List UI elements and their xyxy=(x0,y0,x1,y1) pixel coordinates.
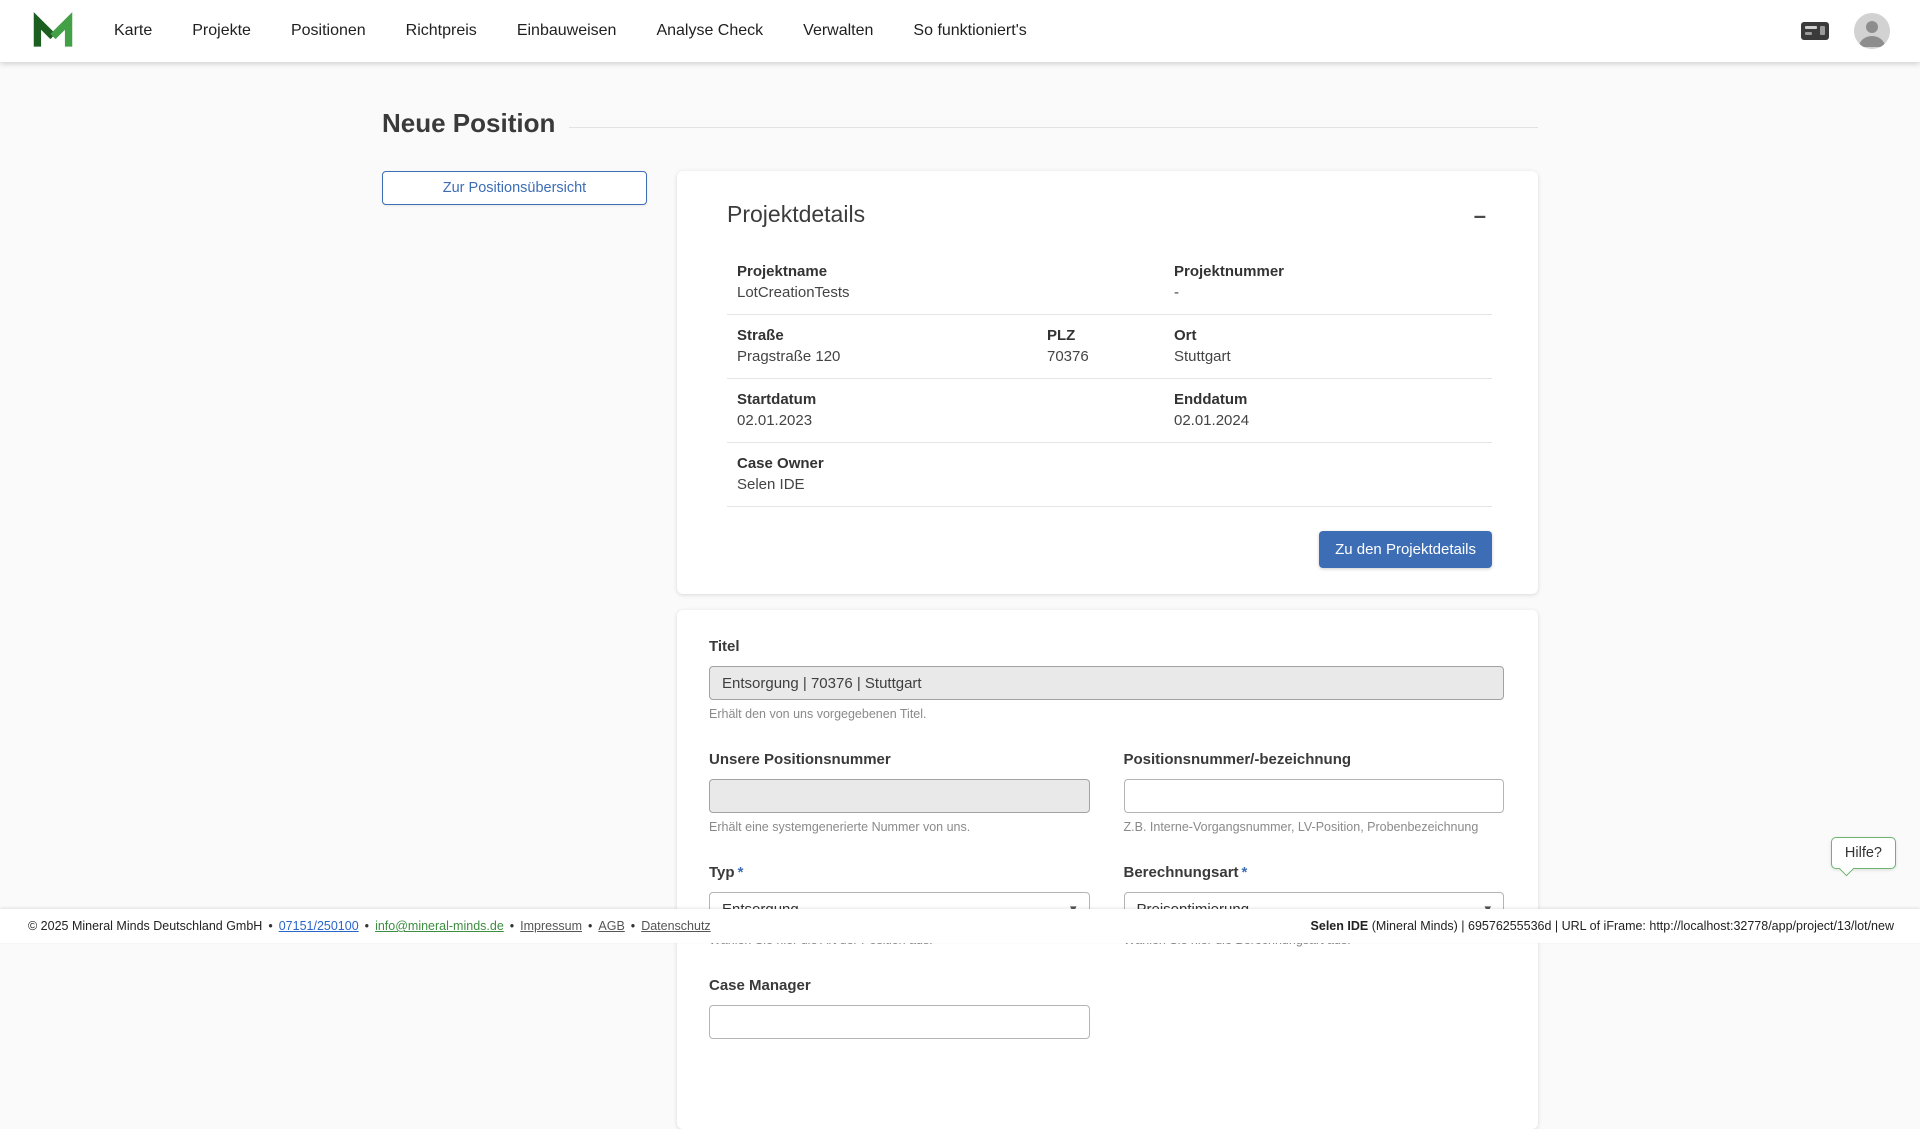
case-manager-label: Case Manager xyxy=(709,977,1090,994)
project-details-card: Projektdetails – Projektname LotCreation… xyxy=(677,171,1538,594)
field-value: 70376 xyxy=(1047,348,1174,365)
app-footer: © 2025 Mineral Minds Deutschland GmbH • … xyxy=(0,909,1920,943)
table-row: Startdatum 02.01.2023 Enddatum 02.01.202… xyxy=(727,379,1492,443)
nav-item-analyse-check[interactable]: Analyse Check xyxy=(656,22,763,40)
table-row: Projektname LotCreationTests Projektnumm… xyxy=(727,251,1492,315)
field-value: Selen IDE xyxy=(737,476,1484,493)
positionsnummer-helper: Z.B. Interne-Vorgangsnummer, LV-Position… xyxy=(1124,820,1505,834)
field-label: Enddatum xyxy=(1174,391,1484,408)
unsere-positionsnummer-input xyxy=(709,779,1090,813)
session-user: Selen IDE xyxy=(1311,919,1369,933)
unsere-positionsnummer-field-group: Unsere Positionsnummer Erhält eine syste… xyxy=(709,751,1090,834)
help-button[interactable]: Hilfe? xyxy=(1831,837,1896,869)
field-label: PLZ xyxy=(1047,327,1174,344)
back-to-positions-button[interactable]: Zur Positionsübersicht xyxy=(382,171,647,205)
impressum-link[interactable]: Impressum xyxy=(520,919,582,933)
nav-item-positionen[interactable]: Positionen xyxy=(291,22,366,40)
field-value: LotCreationTests xyxy=(737,284,1174,301)
field-enddatum: Enddatum 02.01.2024 xyxy=(1174,391,1484,429)
field-startdatum: Startdatum 02.01.2023 xyxy=(737,391,1174,429)
phone-link[interactable]: 07151/250100 xyxy=(279,919,359,933)
nav-item-einbauweisen[interactable]: Einbauweisen xyxy=(517,22,617,40)
typ-label: Typ* xyxy=(709,864,1090,881)
person-icon xyxy=(1854,13,1890,49)
field-projektnummer: Projektnummer - xyxy=(1174,263,1484,301)
main-content: Neue Position Zur Positionsübersicht Pro… xyxy=(0,62,1920,1129)
berechnungsart-label-text: Berechnungsart xyxy=(1124,864,1239,881)
field-value: 02.01.2023 xyxy=(737,412,1174,429)
field-ort: Ort Stuttgart xyxy=(1174,327,1484,365)
datenschutz-link[interactable]: Datenschutz xyxy=(641,919,710,933)
cards-column: Projektdetails – Projektname LotCreation… xyxy=(677,171,1538,1129)
left-column: Zur Positionsübersicht xyxy=(382,171,647,205)
field-label: Projektname xyxy=(737,263,1174,280)
table-row: Case Owner Selen IDE xyxy=(727,443,1492,507)
field-label: Projektnummer xyxy=(1174,263,1484,280)
nav-item-richtpreis[interactable]: Richtpreis xyxy=(406,22,477,40)
field-label: Straße xyxy=(737,327,1047,344)
titel-field-group: Titel Erhält den von uns vorgegebenen Ti… xyxy=(709,638,1504,721)
separator: • xyxy=(588,919,592,933)
field-projektname: Projektname LotCreationTests xyxy=(737,263,1174,301)
separator: • xyxy=(268,919,272,933)
nav-item-karte[interactable]: Karte xyxy=(114,22,152,40)
field-label: Ort xyxy=(1174,327,1484,344)
separator: • xyxy=(365,919,369,933)
case-manager-field-group: Case Manager xyxy=(709,977,1090,1039)
navbar-right xyxy=(1800,13,1890,49)
separator: • xyxy=(631,919,635,933)
field-label: Case Owner xyxy=(737,455,1484,472)
required-asterisk: * xyxy=(1242,864,1248,881)
user-avatar[interactable] xyxy=(1854,13,1890,49)
project-card-title: Projektdetails xyxy=(727,201,865,228)
agb-link[interactable]: AGB xyxy=(598,919,624,933)
titel-label: Titel xyxy=(709,638,1504,655)
position-form-card: Titel Erhält den von uns vorgegebenen Ti… xyxy=(677,610,1538,1129)
titel-helper: Erhält den von uns vorgegebenen Titel. xyxy=(709,707,1504,721)
required-asterisk: * xyxy=(738,864,744,881)
field-value: Stuttgart xyxy=(1174,348,1484,365)
top-navbar: Karte Projekte Positionen Richtpreis Ein… xyxy=(0,0,1920,62)
nav-item-verwalten[interactable]: Verwalten xyxy=(803,22,873,40)
card-reader-icon[interactable] xyxy=(1800,20,1830,42)
titel-input xyxy=(709,666,1504,700)
positionsnummer-field-group: Positionsnummer/-bezeichnung Z.B. Intern… xyxy=(1124,751,1505,834)
email-link[interactable]: info@mineral-minds.de xyxy=(375,919,504,933)
copyright-text: © 2025 Mineral Minds Deutschland GmbH xyxy=(28,919,262,933)
berechnungsart-label: Berechnungsart* xyxy=(1124,864,1505,881)
field-case-owner: Case Owner Selen IDE xyxy=(737,455,1484,493)
nav-item-so-funktionierts[interactable]: So funktioniert's xyxy=(913,22,1026,40)
unsere-positionsnummer-label: Unsere Positionsnummer xyxy=(709,751,1090,768)
app-logo[interactable] xyxy=(30,8,76,54)
page-header: Neue Position xyxy=(382,108,1538,139)
positionsnummer-label: Positionsnummer/-bezeichnung xyxy=(1124,751,1505,768)
unsere-positionsnummer-helper: Erhält eine systemgenerierte Nummer von … xyxy=(709,820,1090,834)
field-value: 02.01.2024 xyxy=(1174,412,1484,429)
field-value: - xyxy=(1174,284,1484,301)
field-label: Startdatum xyxy=(737,391,1174,408)
positionsnummer-input[interactable] xyxy=(1124,779,1505,813)
project-details-table: Projektname LotCreationTests Projektnumm… xyxy=(727,251,1492,507)
mineral-minds-logo-icon xyxy=(31,9,75,53)
separator: • xyxy=(510,919,514,933)
footer-session-info: Selen IDE (Mineral Minds) | 69576255536d… xyxy=(1311,919,1894,933)
typ-label-text: Typ xyxy=(709,864,735,881)
case-manager-input[interactable] xyxy=(709,1005,1090,1039)
project-details-button[interactable]: Zu den Projektdetails xyxy=(1319,531,1492,568)
session-details: (Mineral Minds) | 69576255536d | URL of … xyxy=(1368,919,1894,933)
collapse-button[interactable]: – xyxy=(1468,201,1492,231)
field-strasse: Straße Pragstraße 120 xyxy=(737,327,1047,365)
title-divider xyxy=(569,127,1538,128)
page-title: Neue Position xyxy=(382,108,555,139)
footer-left: © 2025 Mineral Minds Deutschland GmbH • … xyxy=(28,919,711,933)
field-plz: PLZ 70376 xyxy=(1047,327,1174,365)
main-nav: Karte Projekte Positionen Richtpreis Ein… xyxy=(114,22,1027,40)
table-row: Straße Pragstraße 120 PLZ 70376 Ort Stut… xyxy=(727,315,1492,379)
field-value: Pragstraße 120 xyxy=(737,348,1047,365)
nav-item-projekte[interactable]: Projekte xyxy=(192,22,251,40)
